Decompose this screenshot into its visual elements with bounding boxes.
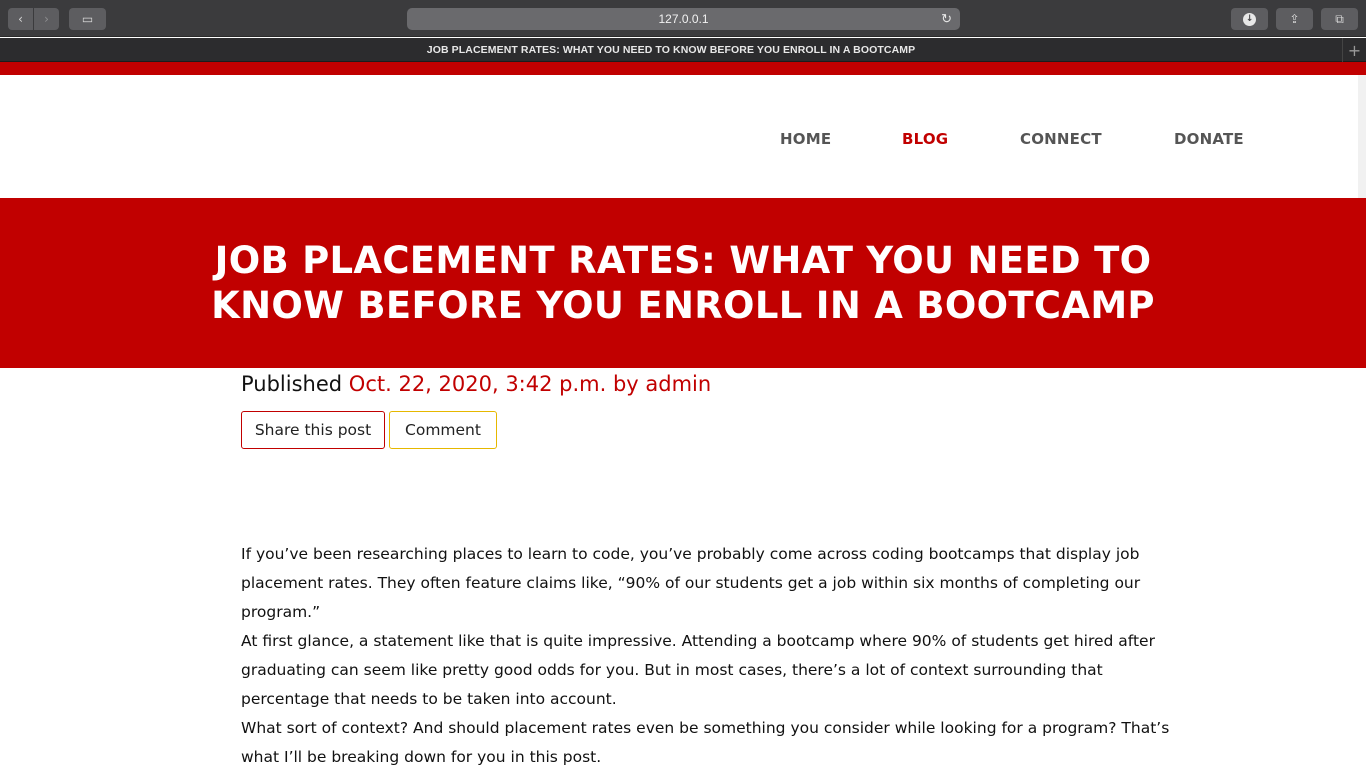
browser-tabbar: JOB PLACEMENT RATES: WHAT YOU NEED TO KN…	[0, 38, 1366, 62]
hero-banner: JOB PLACEMENT RATES: WHAT YOU NEED TO KN…	[0, 198, 1366, 368]
sidebar-icon[interactable]: ▭	[69, 8, 106, 30]
nav-connect[interactable]: CONNECT	[1020, 130, 1102, 148]
nav-home[interactable]: HOME	[780, 130, 831, 148]
page-title: JOB PLACEMENT RATES: WHAT YOU NEED TO KN…	[211, 239, 1155, 327]
nav-blog[interactable]: BLOG	[902, 130, 948, 148]
new-tab-icon[interactable]: +	[1342, 38, 1366, 62]
tabs-overview-icon[interactable]: ⧉	[1321, 8, 1358, 30]
address-bar[interactable]: 127.0.0.1 ↻	[407, 8, 960, 30]
top-accent-stripe	[0, 62, 1366, 75]
post-content: If you’ve been researching places to lea…	[241, 540, 1176, 768]
tab-title[interactable]: JOB PLACEMENT RATES: WHAT YOU NEED TO KN…	[0, 38, 1342, 62]
reload-icon[interactable]: ↻	[941, 11, 952, 27]
published-meta[interactable]: Oct. 22, 2020, 3:42 p.m. by admin	[349, 372, 711, 396]
published-line: Published Oct. 22, 2020, 3:42 p.m. by ad…	[241, 372, 711, 396]
address-url: 127.0.0.1	[658, 12, 709, 26]
forward-icon[interactable]: ›	[34, 8, 59, 30]
post-paragraph: What sort of context? And should placeme…	[241, 719, 1170, 766]
share-icon[interactable]: ⇪	[1276, 8, 1313, 30]
site-header	[0, 75, 1366, 198]
published-label: Published	[241, 372, 343, 396]
share-post-button[interactable]: Share this post	[241, 411, 385, 449]
browser-toolbar: ‹ › ▭ 127.0.0.1 ↻ ↓ ⇪ ⧉	[0, 0, 1366, 37]
scrollbar[interactable]	[1358, 75, 1366, 198]
nav-donate[interactable]: DONATE	[1174, 130, 1244, 148]
post-paragraph: At first glance, a statement like that i…	[241, 632, 1155, 708]
back-icon[interactable]: ‹	[8, 8, 33, 30]
post-paragraph: If you’ve been researching places to lea…	[241, 545, 1141, 621]
download-icon: ↓	[1243, 12, 1256, 26]
comment-button[interactable]: Comment	[389, 411, 497, 449]
download-button[interactable]: ↓	[1231, 8, 1268, 30]
